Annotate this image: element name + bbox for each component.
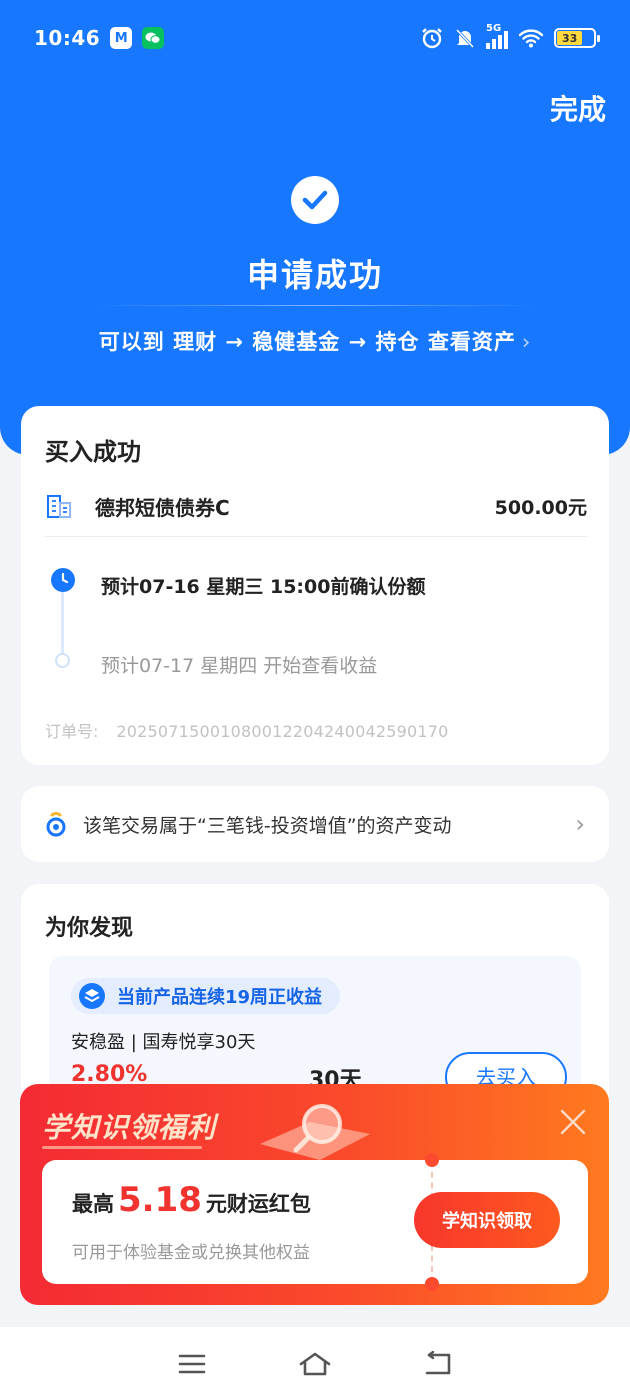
network-type: 5G <box>486 23 502 34</box>
timeline-pending-dot <box>55 653 70 668</box>
close-icon[interactable] <box>557 1106 589 1138</box>
system-nav-bar <box>0 1327 630 1400</box>
promo-title-underline <box>42 1146 202 1149</box>
home-icon <box>299 1352 331 1375</box>
view-assets-text: 可以到 理财 → 稳健基金 → 持仓 查看资产 <box>98 330 516 354</box>
app-notification-icon: M <box>110 27 133 49</box>
claim-reward-button[interactable]: 学知识领取 <box>414 1192 560 1248</box>
asset-change-notice[interactable]: 该笔交易属于“三笔钱-投资增值”的资产变动 › <box>21 786 609 862</box>
promo-coupon: 最高 5.18 元财运红包 可用于体验基金或兑换其他权益 学知识领取 <box>42 1153 588 1291</box>
product-row[interactable]: 德邦短债债券C 500.00元 <box>45 486 587 526</box>
card-divider <box>45 536 587 537</box>
badge-text: 当前产品连续19周正收益 <box>117 987 323 1008</box>
done-button[interactable]: 完成 <box>550 88 606 128</box>
wechat-icon <box>142 27 165 49</box>
confirm-step: 预计07-16 星期三 15:00前确认份额 <box>101 576 426 598</box>
clock-icon <box>51 568 75 592</box>
status-time: 10:46 <box>34 26 101 50</box>
promo-prefix: 最高 <box>72 1192 114 1216</box>
home-button[interactable] <box>295 1344 335 1384</box>
back-button[interactable] <box>418 1344 458 1384</box>
alarm-icon <box>422 28 442 49</box>
battery-icon: 33 <box>554 28 600 48</box>
status-bar: 10:46 M 5G 33 <box>0 0 630 76</box>
signal-icon: 5G <box>486 23 508 49</box>
order-number-row: 订单号: 20250715001080012204240042590170 <box>45 718 449 742</box>
coupon-notch <box>425 1277 439 1291</box>
discover-title: 为你发现 <box>45 916 134 941</box>
menu-button[interactable] <box>172 1344 212 1384</box>
promo-suffix: 元财运红包 <box>205 1192 311 1216</box>
product-name: 德邦短债债券C <box>95 495 230 520</box>
battery-level: 33 <box>557 31 583 45</box>
coupon-notch <box>425 1153 439 1167</box>
page-title: 申请成功 <box>246 256 383 294</box>
order-label: 订单号: <box>45 722 99 741</box>
magnifier-book-icon <box>260 1104 370 1160</box>
view-assets-link[interactable]: 可以到 理财 → 稳健基金 → 持仓 查看资产 › <box>0 326 630 356</box>
promo-offer: 最高 5.18 元财运红包 <box>72 1180 311 1220</box>
earnings-step: 预计07-17 星期四 开始查看收益 <box>101 655 378 677</box>
positive-return-badge: 当前产品连续19周正收益 <box>71 978 341 1014</box>
mute-bell-icon <box>455 28 475 49</box>
notice-text: 该笔交易属于“三笔钱-投资增值”的资产变动 <box>83 814 452 837</box>
title-divider <box>90 305 540 306</box>
promo-banner: 学知识领福利 最高 5.18 元财运红包 可用于体验基金或兑换其他权益 学知识领… <box>20 1084 609 1305</box>
fund-name: 安稳盈 | 国寿悦享30天 <box>71 1032 256 1053</box>
chevron-right-icon: › <box>575 810 585 838</box>
promo-title: 学知识领福利 <box>42 1111 217 1144</box>
promo-amount: 5.18 <box>118 1180 202 1220</box>
product-amount: 500.00元 <box>494 496 587 519</box>
layers-icon <box>79 983 105 1009</box>
back-icon <box>426 1350 451 1374</box>
success-check-icon <box>291 176 339 224</box>
buy-success-title: 买入成功 <box>45 438 141 466</box>
menu-icon <box>178 1354 205 1373</box>
chevron-right-icon: › <box>521 330 532 354</box>
money-bag-icon <box>46 812 66 837</box>
timeline-line <box>61 589 64 661</box>
promo-description: 可用于体验基金或兑换其他权益 <box>72 1243 310 1263</box>
building-icon <box>47 495 71 518</box>
order-number: 20250715001080012204240042590170 <box>116 722 449 741</box>
buy-success-card: 买入成功 德邦短债债券C 500.00元 预计07-16 星期三 15:00前确… <box>21 406 609 765</box>
wifi-icon <box>518 29 544 48</box>
